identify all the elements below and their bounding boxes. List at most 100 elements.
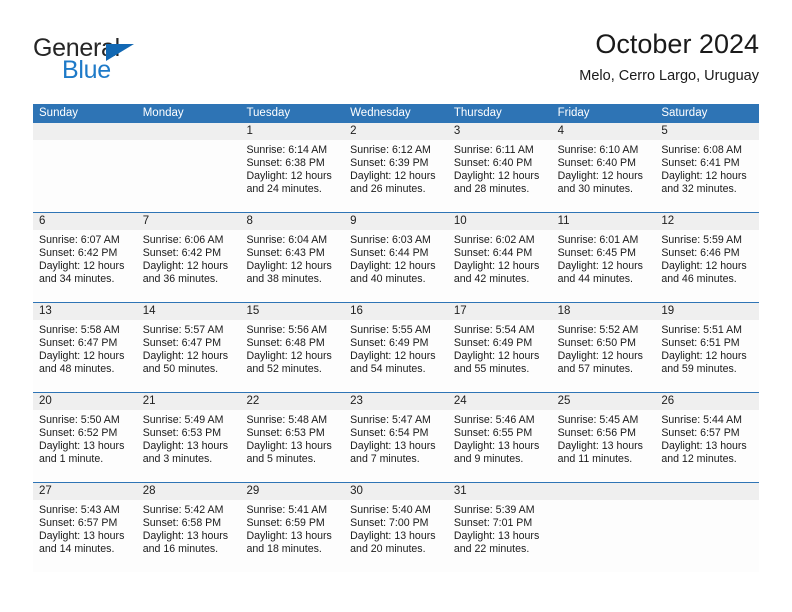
calendar-day-cell[interactable]: 20 Sunrise: 5:50 AM Sunset: 6:52 PM Dayligh… <box>33 393 137 482</box>
day-details: Sunrise: 5:55 AM Sunset: 6:49 PM Daylight:… <box>344 320 448 376</box>
day-number: 11 <box>551 213 656 230</box>
calendar-week-cells: 20 Sunrise: 5:50 AM Sunset: 6:52 PM Dayligh… <box>33 393 760 482</box>
calendar-day-cell[interactable]: 26 Sunrise: 5:44 AM Sunset: 6:57 PM Dayligh… <box>655 393 760 482</box>
calendar-week-row: 6 Sunrise: 6:07 AM Sunset: 6:42 PM Daylight… <box>33 212 760 302</box>
day-sunrise-text: Sunrise: 5:45 AM <box>557 414 639 426</box>
calendar-day-cell[interactable]: 22 Sunrise: 5:48 AM Sunset: 6:53 PM Dayligh… <box>240 393 345 482</box>
calendar-day-cell[interactable]: 27 Sunrise: 5:43 AM Sunset: 6:57 PM Dayligh… <box>33 483 137 572</box>
day-details: Sunrise: 5:59 AM Sunset: 6:46 PM Daylight:… <box>655 230 759 286</box>
calendar-day-cell[interactable]: 5 Sunrise: 6:08 AM Sunset: 6:41 PM Daylight… <box>655 123 760 212</box>
day-details: Sunrise: 5:44 AM Sunset: 6:57 PM Daylight:… <box>655 410 759 466</box>
day-daylight1-text: Daylight: 12 hours <box>142 350 229 363</box>
day-daylight1-text: Daylight: 12 hours <box>350 170 436 183</box>
calendar-cell-empty <box>551 483 656 572</box>
day-daylight1-text: Daylight: 13 hours <box>142 440 229 453</box>
day-sunset-text: Sunset: 6:50 PM <box>557 337 636 350</box>
day-daylight2-text: and 20 minutes. <box>350 543 426 556</box>
day-sunset-text: Sunset: 6:52 PM <box>39 427 118 440</box>
calendar-day-cell[interactable]: 25 Sunrise: 5:45 AM Sunset: 6:56 PM Dayligh… <box>551 393 656 482</box>
day-daylight2-text: and 48 minutes. <box>39 363 115 376</box>
calendar-day-cell[interactable]: 14 Sunrise: 5:57 AM Sunset: 6:47 PM Dayligh… <box>136 303 241 392</box>
day-daylight2-text: and 54 minutes. <box>350 363 426 376</box>
calendar-day-cell[interactable]: 2 Sunrise: 6:12 AM Sunset: 6:39 PM Daylight… <box>344 123 448 212</box>
day-details: Sunrise: 6:12 AM Sunset: 6:39 PM Daylight:… <box>344 140 448 196</box>
day-sunrise-text: Sunrise: 5:44 AM <box>661 414 742 426</box>
day-sunset-text: Sunset: 6:59 PM <box>246 517 325 530</box>
day-details: Sunrise: 5:54 AM Sunset: 6:49 PM Daylight:… <box>448 320 552 376</box>
day-daylight2-text: and 1 minute. <box>39 453 104 466</box>
calendar-day-cell[interactable]: 29 Sunrise: 5:41 AM Sunset: 6:59 PM Dayligh… <box>240 483 345 572</box>
day-details: Sunrise: 5:45 AM Sunset: 6:56 PM Daylight:… <box>552 410 656 466</box>
day-daylight1-text: Daylight: 13 hours <box>246 530 332 543</box>
day-details: Sunrise: 5:40 AM Sunset: 7:00 PM Daylight:… <box>344 500 448 556</box>
calendar-week-cells: 13 Sunrise: 5:58 AM Sunset: 6:47 PM Dayligh… <box>33 303 760 392</box>
calendar-day-cell[interactable]: 28 Sunrise: 5:42 AM Sunset: 6:58 PM Dayligh… <box>136 483 241 572</box>
calendar-day-cell[interactable]: 10 Sunrise: 6:02 AM Sunset: 6:44 PM Dayligh… <box>447 213 552 302</box>
day-sunrise-text: Sunrise: 5:48 AM <box>246 414 328 426</box>
day-daylight1-text: Daylight: 12 hours <box>350 260 436 273</box>
day-number: 30 <box>344 483 448 500</box>
day-sunrise-text: Sunrise: 5:39 AM <box>453 504 535 516</box>
day-sunrise-text: Sunrise: 5:49 AM <box>142 414 224 426</box>
day-number: 29 <box>240 483 345 500</box>
calendar-week-row: 1 Sunrise: 6:14 AM Sunset: 6:38 PM Daylight… <box>33 123 760 212</box>
calendar-day-cell[interactable]: 18 Sunrise: 5:52 AM Sunset: 6:50 PM Dayligh… <box>551 303 656 392</box>
calendar-day-cell[interactable]: 6 Sunrise: 6:07 AM Sunset: 6:42 PM Daylight… <box>33 213 137 302</box>
day-sunset-text: Sunset: 6:57 PM <box>661 427 740 440</box>
calendar-day-cell[interactable]: 1 Sunrise: 6:14 AM Sunset: 6:38 PM Daylight… <box>240 123 345 212</box>
day-daylight1-text: Daylight: 12 hours <box>142 260 229 273</box>
day-sunset-text: Sunset: 6:46 PM <box>661 247 740 260</box>
day-daylight1-text: Daylight: 12 hours <box>557 170 643 183</box>
day-daylight1-text: Daylight: 12 hours <box>453 170 540 183</box>
day-details: Sunrise: 5:39 AM Sunset: 7:01 PM Daylight:… <box>448 500 552 556</box>
calendar-day-cell[interactable]: 9 Sunrise: 6:03 AM Sunset: 6:44 PM Daylight… <box>344 213 448 302</box>
day-daylight1-text: Daylight: 13 hours <box>39 440 125 453</box>
day-sunrise-text: Sunrise: 5:59 AM <box>661 234 742 246</box>
calendar-day-cell[interactable]: 31 Sunrise: 5:39 AM Sunset: 7:01 PM Dayligh… <box>447 483 552 572</box>
calendar-day-cell[interactable]: 4 Sunrise: 6:10 AM Sunset: 6:40 PM Daylight… <box>551 123 656 212</box>
day-sunset-text: Sunset: 6:47 PM <box>142 337 222 350</box>
calendar-day-cell[interactable]: 19 Sunrise: 5:51 AM Sunset: 6:51 PM Dayligh… <box>655 303 760 392</box>
calendar-day-cell[interactable]: 3 Sunrise: 6:11 AM Sunset: 6:40 PM Daylight… <box>447 123 552 212</box>
weekday-header-saturday: Saturday <box>661 107 708 119</box>
day-daylight1-text: Daylight: 13 hours <box>142 530 229 543</box>
calendar-day-cell[interactable]: 16 Sunrise: 5:55 AM Sunset: 6:49 PM Dayligh… <box>344 303 448 392</box>
calendar-day-cell[interactable]: 30 Sunrise: 5:40 AM Sunset: 7:00 PM Dayligh… <box>344 483 448 572</box>
day-sunset-text: Sunset: 6:42 PM <box>142 247 222 260</box>
day-details <box>137 140 241 144</box>
day-daylight1-text: Daylight: 13 hours <box>39 530 125 543</box>
calendar-day-cell[interactable]: 11 Sunrise: 6:01 AM Sunset: 6:45 PM Dayligh… <box>551 213 656 302</box>
page-header: General Blue October 2024 Melo, Cerro La… <box>33 28 759 96</box>
day-daylight2-text: and 44 minutes. <box>557 273 633 286</box>
calendar-grid: Sunday Monday Tuesday Wednesday Thursday Frid… <box>33 104 760 572</box>
calendar-day-cell[interactable]: 7 Sunrise: 6:06 AM Sunset: 6:42 PM Daylight… <box>136 213 241 302</box>
day-details <box>655 500 759 504</box>
calendar-day-cell[interactable]: 8 Sunrise: 6:04 AM Sunset: 6:43 PM Daylight… <box>240 213 345 302</box>
day-details: Sunrise: 5:48 AM Sunset: 6:53 PM Daylight:… <box>240 410 344 466</box>
day-daylight1-text: Daylight: 12 hours <box>557 350 643 363</box>
logo-text-blue: Blue <box>62 56 111 84</box>
day-sunrise-text: Sunrise: 5:52 AM <box>557 324 639 336</box>
day-details: Sunrise: 5:49 AM Sunset: 6:53 PM Daylight:… <box>137 410 241 466</box>
day-sunset-text: Sunset: 6:53 PM <box>142 427 222 440</box>
day-sunrise-text: Sunrise: 6:08 AM <box>661 144 742 156</box>
calendar-day-cell[interactable]: 15 Sunrise: 5:56 AM Sunset: 6:48 PM Dayligh… <box>240 303 345 392</box>
day-details: Sunrise: 5:58 AM Sunset: 6:47 PM Daylight:… <box>33 320 137 376</box>
calendar-day-cell[interactable]: 23 Sunrise: 5:47 AM Sunset: 6:54 PM Dayligh… <box>344 393 448 482</box>
day-details: Sunrise: 5:50 AM Sunset: 6:52 PM Daylight:… <box>33 410 137 466</box>
day-sunrise-text: Sunrise: 5:50 AM <box>39 414 120 426</box>
day-sunrise-text: Sunrise: 5:51 AM <box>661 324 742 336</box>
calendar-week-row: 20 Sunrise: 5:50 AM Sunset: 6:52 PM Dayligh… <box>33 392 760 482</box>
day-details: Sunrise: 5:46 AM Sunset: 6:55 PM Daylight:… <box>448 410 552 466</box>
day-daylight2-text: and 30 minutes. <box>557 183 633 196</box>
calendar-day-cell[interactable]: 13 Sunrise: 5:58 AM Sunset: 6:47 PM Dayligh… <box>33 303 137 392</box>
day-sunset-text: Sunset: 6:56 PM <box>557 427 636 440</box>
calendar-day-cell[interactable]: 17 Sunrise: 5:54 AM Sunset: 6:49 PM Dayligh… <box>447 303 552 392</box>
calendar-day-cell[interactable]: 12 Sunrise: 5:59 AM Sunset: 6:46 PM Dayligh… <box>655 213 760 302</box>
day-details: Sunrise: 6:11 AM Sunset: 6:40 PM Daylight:… <box>448 140 552 196</box>
calendar-day-cell[interactable]: 24 Sunrise: 5:46 AM Sunset: 6:55 PM Dayligh… <box>447 393 552 482</box>
day-number: 27 <box>33 483 137 500</box>
calendar-cell-empty <box>136 123 241 212</box>
calendar-day-cell[interactable]: 21 Sunrise: 5:49 AM Sunset: 6:53 PM Dayligh… <box>136 393 241 482</box>
day-daylight2-text: and 5 minutes. <box>246 453 316 466</box>
